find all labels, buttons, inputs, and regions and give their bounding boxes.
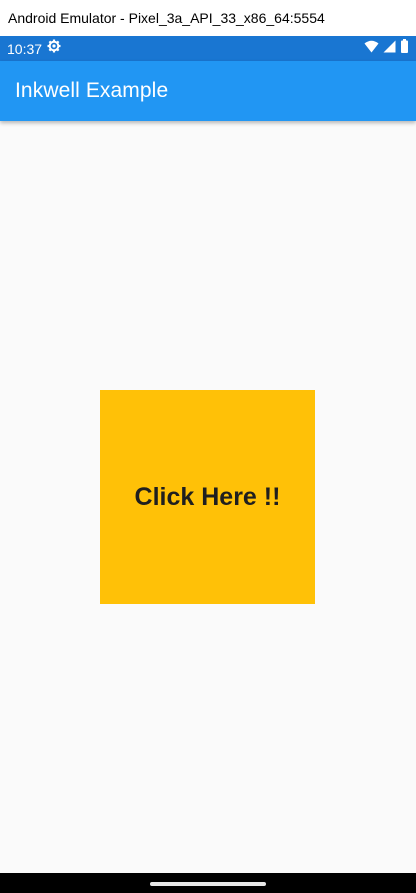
status-bar: 10:37 [0,36,416,61]
wifi-icon [364,40,379,58]
battery-icon [400,39,409,58]
app-bar: Inkwell Example [0,61,416,121]
status-bar-left: 10:37 [7,39,61,58]
status-time: 10:37 [7,40,43,57]
emulator-window-title: Android Emulator - Pixel_3a_API_33_x86_6… [0,0,416,36]
main-content: Click Here !! [0,121,416,873]
inkwell-label: Click Here !! [134,482,281,511]
gesture-handle[interactable] [150,882,266,886]
cellular-signal-icon [383,40,396,58]
inkwell-button[interactable]: Click Here !! [100,390,315,604]
app-title: Inkwell Example [15,79,169,102]
status-bar-right [364,39,409,58]
navigation-bar [0,873,416,893]
settings-gear-icon [47,39,61,58]
